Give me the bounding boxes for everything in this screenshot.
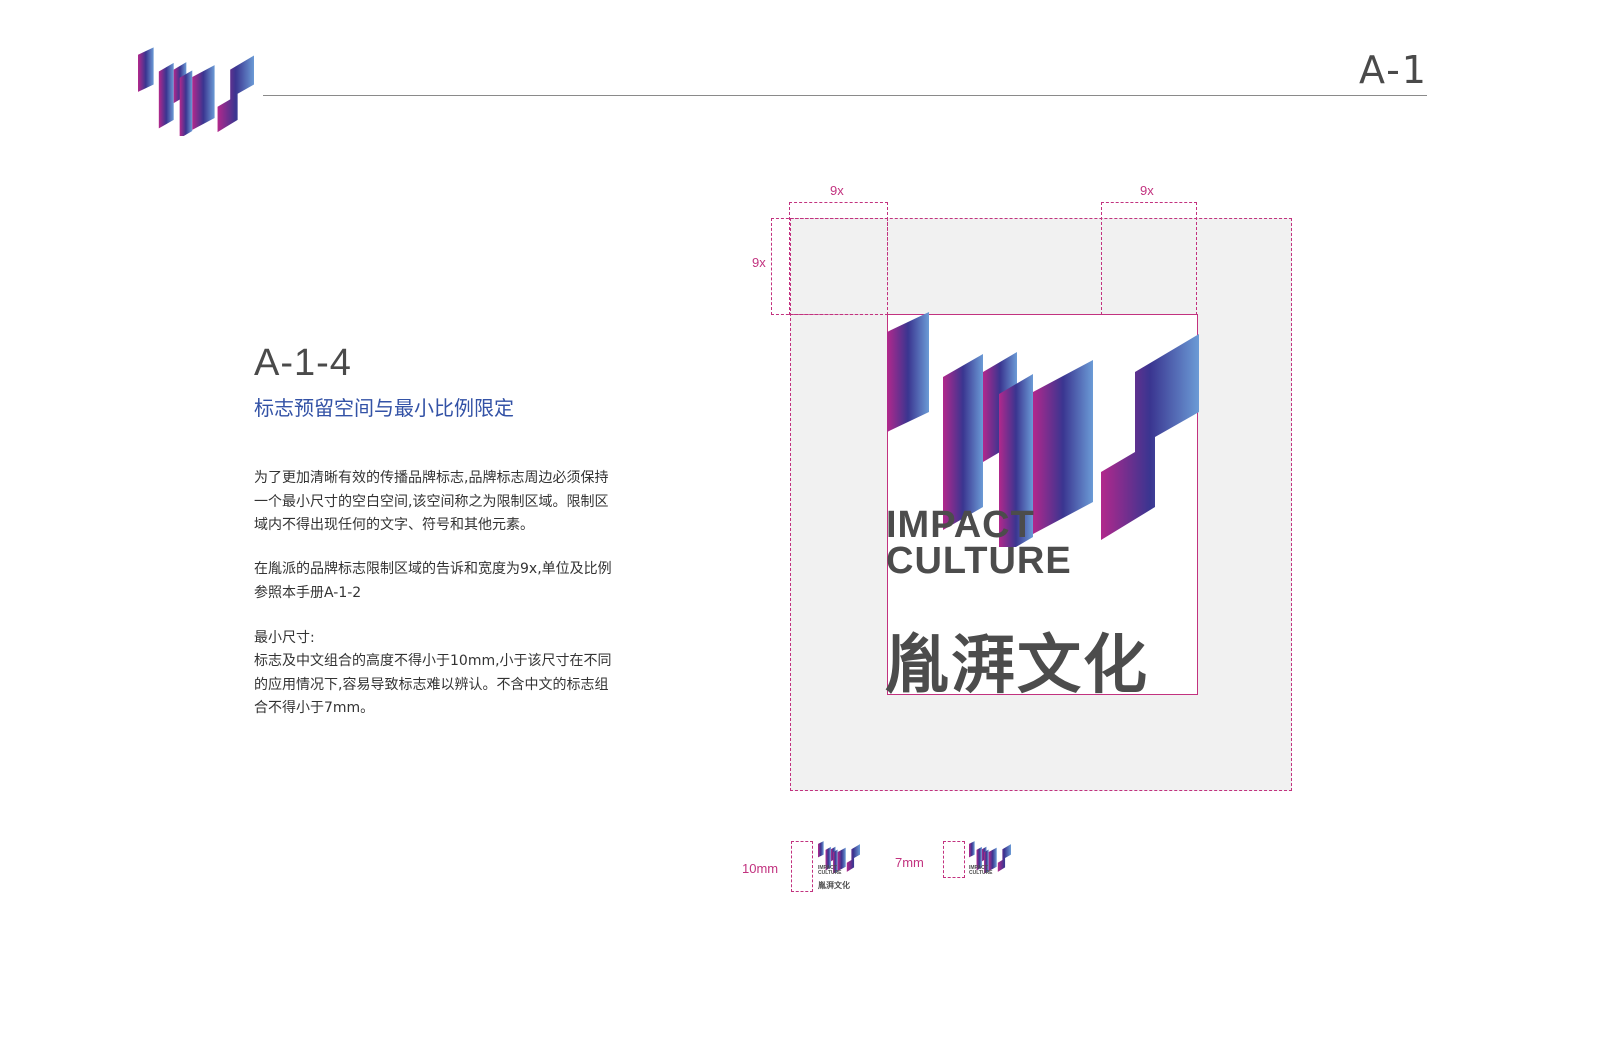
paragraph-clear-space: 为了更加清晰有效的传播品牌标志,品牌标志周边必须保持一个最小尺寸的空白空间,该空… [254, 470, 609, 533]
mini-wordmark-7mm: IMPACT CULTURE [969, 866, 993, 876]
brand-logo-icon [138, 47, 254, 136]
min-size-guide-7mm [943, 841, 965, 878]
section-title: 标志预留空间与最小比例限定 [254, 396, 514, 420]
page-number: A-1 [1358, 48, 1428, 92]
wordmark-line-1: IMPACT [886, 504, 1035, 546]
clear-space-unit-box-side [771, 218, 888, 315]
section-code: A-1-4 [254, 342, 352, 384]
dimension-label-top-right: 9x [1140, 183, 1154, 198]
min-size-label-10mm: 10mm [742, 861, 779, 876]
paragraph-unit: 在胤派的品牌标志限制区域的告诉和宽度为9x,单位及比例参照本手册A-1-2 [254, 561, 612, 601]
logo-chinese-name: 胤湃文化 [885, 629, 1149, 703]
clear-space-unit-box-right [1101, 202, 1197, 315]
dimension-label-left: 9x [752, 255, 766, 270]
mini-wordmark-10mm: IMPACT CULTURE [818, 866, 842, 876]
min-size-guide-10mm [791, 841, 813, 892]
mini-wordmark-7mm-line-2: CULTURE [969, 870, 993, 876]
wordmark-line-2: CULTURE [886, 540, 1072, 582]
header-divider [263, 95, 1427, 96]
dimension-label-top-left: 9x [830, 183, 844, 198]
paragraph-minimum-size: 标志及中文组合的高度不得小于10mm,小于该尺寸在不同的应用情况下,容易导致标志… [254, 653, 612, 716]
minimum-size-label: 最小尺寸: [254, 630, 315, 646]
logo-wordmark: IMPACT CULTURE [886, 504, 1072, 582]
mini-chinese-name-10mm: 胤湃文化 [818, 881, 850, 890]
mini-wordmark-10mm-line-2: CULTURE [818, 870, 842, 876]
min-size-label-7mm: 7mm [895, 855, 924, 870]
